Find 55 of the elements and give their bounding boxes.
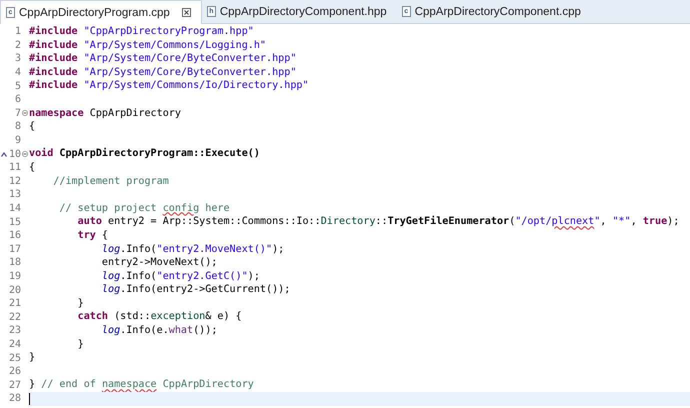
line-number: 15 bbox=[8, 216, 21, 228]
code-line: } // end of namespace CppArpDirectory bbox=[29, 378, 254, 392]
code-line: log.Info(entry2->GetCurrent()); bbox=[100, 283, 290, 297]
code-line: log.Info(e.what()); bbox=[100, 324, 218, 338]
line-number: 3 bbox=[14, 53, 21, 64]
line-number: 16 bbox=[8, 230, 21, 242]
code-line: //implement program bbox=[52, 174, 169, 188]
code-line: #include "Arp/System/Commons/Logging.h" bbox=[29, 38, 266, 52]
code-line: log.Info("entry2.GetC()"); bbox=[100, 270, 260, 284]
text-cursor bbox=[29, 392, 30, 405]
code-line: namespace CppArpDirectory bbox=[29, 106, 181, 120]
code-line: #include "Arp/System/Core/ByteConverter.hpp" bbox=[29, 66, 296, 80]
line-number: 7 bbox=[14, 108, 21, 119]
line-number: 25 bbox=[8, 352, 21, 364]
line-number: 26 bbox=[8, 366, 21, 378]
line-number: 27 bbox=[8, 380, 21, 391]
line-number: 21 bbox=[8, 298, 21, 310]
line-number: 4 bbox=[14, 67, 21, 78]
line-number: 14 bbox=[8, 203, 21, 214]
line-number: 28 bbox=[8, 393, 21, 404]
line-number: 5 bbox=[14, 80, 21, 92]
code-line: auto entry2 = Arp::System::Commons::Io::Directory::TryGetFileEnumerator("/opt/plcnext", "*", true); bbox=[76, 215, 680, 229]
line-number: 10 bbox=[8, 148, 21, 160]
code-line: } bbox=[29, 351, 36, 365]
code-line: catch (std::exception& e) { bbox=[76, 310, 242, 324]
code-line: void CppArpDirectoryProgram::Execute() bbox=[29, 147, 260, 161]
code-line: entry2->MoveNext(); bbox=[100, 256, 218, 270]
close-icon[interactable] bbox=[182, 8, 191, 17]
line-number: 13 bbox=[8, 189, 21, 200]
code-line: } bbox=[76, 338, 84, 352]
code-line: try { bbox=[76, 228, 108, 242]
line-number: 6 bbox=[14, 94, 21, 106]
line-number: 1 bbox=[14, 26, 21, 38]
line-number: 11 bbox=[8, 162, 21, 174]
collapse-icon[interactable] bbox=[22, 151, 28, 158]
line-number: 2 bbox=[14, 40, 21, 51]
line-number: 19 bbox=[8, 270, 21, 282]
line-number: 8 bbox=[14, 121, 21, 132]
line-number: 12 bbox=[8, 176, 21, 187]
line-number: 20 bbox=[8, 284, 21, 296]
collapse-icon[interactable] bbox=[22, 110, 28, 116]
line-number: 17 bbox=[8, 244, 21, 255]
code-line: log.Info("entry2.MoveNext()"); bbox=[100, 242, 284, 256]
line-number: 18 bbox=[8, 257, 21, 268]
code-line: { bbox=[29, 120, 36, 134]
code-line: { bbox=[29, 160, 36, 175]
code-line: // setup project config here bbox=[58, 202, 230, 216]
code-line: #include "CppArpDirectoryProgram.hpp" bbox=[29, 25, 254, 39]
code-line: #include "Arp/System/Core/ByteConverter.hpp" bbox=[29, 52, 296, 66]
line-number: 22 bbox=[8, 312, 21, 323]
line-number: 23 bbox=[8, 325, 21, 336]
code-line: } bbox=[76, 296, 84, 310]
line-number: 9 bbox=[14, 135, 21, 146]
code-line: #include "Arp/System/Commons/Io/Directory.hpp" bbox=[29, 79, 309, 93]
line-number: 24 bbox=[8, 338, 21, 350]
